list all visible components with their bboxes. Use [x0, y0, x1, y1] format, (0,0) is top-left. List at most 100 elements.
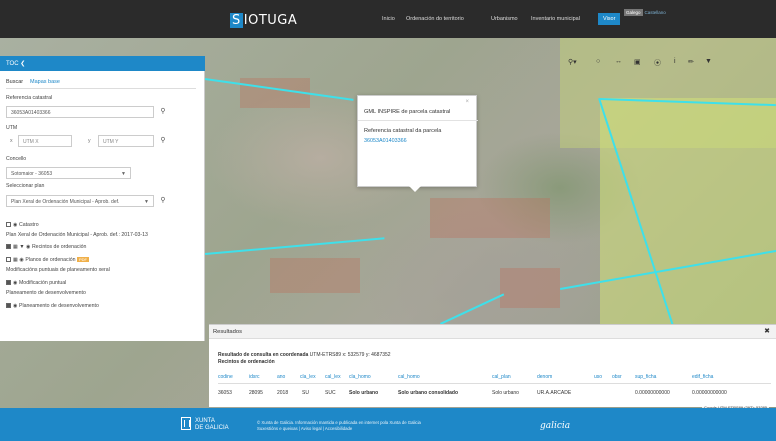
search-icon[interactable]: ⚲ [157, 106, 169, 118]
eye-icon[interactable]: ◉ [19, 257, 24, 263]
target-icon[interactable]: ○ [596, 58, 600, 65]
filter-icon[interactable]: ▼ [19, 244, 24, 250]
utm-y-input[interactable]: UTM Y [98, 135, 154, 147]
nav-item-ordenacion[interactable]: Ordenación do territorio [406, 16, 464, 22]
col-header[interactable]: cal_homo [398, 374, 420, 380]
col-header[interactable]: cla_lex [300, 374, 316, 380]
utm-label: UTM [6, 125, 18, 131]
eye-icon[interactable]: ◉ [26, 244, 31, 250]
chevron-down-icon: ▼ [144, 199, 149, 205]
table-cell: SU [302, 390, 309, 396]
checkbox[interactable] [6, 257, 11, 263]
lang-galego[interactable]: Galego [624, 9, 643, 16]
eye-icon[interactable]: ◉ [13, 280, 18, 286]
galicia-logo[interactable]: galicia [540, 421, 570, 431]
col-header[interactable]: cla_homo [349, 374, 371, 380]
checkbox[interactable] [6, 280, 11, 286]
measure-icon[interactable]: ↔ [615, 58, 622, 65]
results-title: Resultados [213, 329, 243, 335]
nav-item-inicio[interactable]: Inicio [382, 16, 395, 22]
xunta-logo-text[interactable]: XUNTA DE GALICIA [195, 418, 229, 432]
layers-icon[interactable]: ▣ [634, 58, 641, 66]
layer-planeamento[interactable]: ◉ Planeamento de desenvolvemento [6, 303, 99, 309]
layer-modificacion[interactable]: ◉ Modificación puntual [6, 280, 66, 286]
col-header[interactable]: cal_lex [325, 374, 341, 380]
xunta-line1: XUNTA [195, 418, 215, 424]
close-icon[interactable]: ✖ [764, 327, 770, 335]
col-header[interactable]: sup_ficha [635, 374, 656, 380]
popup-divider [358, 120, 478, 121]
table-icon[interactable]: ▦ [13, 257, 18, 263]
legal-line2[interactable]: Suxestións e queixas | Aviso legal | Acc… [257, 426, 352, 431]
layer-planos[interactable]: ▦ ◉ Planos de ordenación PDF [6, 257, 89, 263]
popup-title: GML INSPIRE de parcela catastral [364, 109, 451, 115]
table-cell: Solo urbano [492, 390, 519, 396]
map-building [270, 258, 360, 293]
toc-header[interactable]: TOC ❮ [0, 56, 205, 71]
ref-catastral-input[interactable]: 36053A01403366 [6, 106, 154, 118]
table-cell: 0.00000000000 [692, 390, 727, 396]
layer-label: Recintos de ordenación [31, 244, 87, 250]
zone-overlay [600, 98, 776, 328]
search-icon[interactable]: ⚲ [157, 195, 169, 207]
col-header[interactable]: edif_ficha [692, 374, 713, 380]
close-icon[interactable]: × [465, 99, 469, 105]
checkbox[interactable] [6, 222, 11, 228]
results-desc-line2: Recintos de ordenación [218, 358, 275, 365]
eye-icon[interactable]: ⦿ [654, 58, 661, 68]
concello-select[interactable]: Sotomaior - 36053 ▼ [6, 167, 131, 179]
concello-label: Concello [6, 156, 27, 162]
layer-label: Modificación puntual [18, 280, 67, 286]
popup-ref-link[interactable]: 36053A01403366 [364, 138, 407, 144]
map-building [500, 268, 560, 308]
popup-pointer [409, 186, 421, 192]
checkbox[interactable] [6, 244, 11, 250]
tab-mapas-base[interactable]: Mapas base [30, 79, 60, 85]
zoom-icon[interactable]: ⚲▾ [568, 58, 577, 66]
col-header[interactable]: idsrc [249, 374, 260, 380]
ref-label: Referencia catastral [6, 95, 53, 101]
checkbox[interactable] [6, 303, 11, 309]
table-cell: UR.A.ARCADE [537, 390, 572, 396]
plan-label: Seleccionar plan [6, 183, 45, 189]
modificacions-label: Modificacións puntuais de planeamento xe… [6, 267, 110, 273]
results-panel: Resultados ✖ Resultado de consulta en co… [209, 324, 776, 407]
eye-icon[interactable]: ◉ [13, 222, 18, 228]
plan-full-label: Plan Xeral de Ordenación Municipal - Apr… [6, 232, 148, 238]
results-header: Resultados ✖ [209, 325, 776, 339]
parcel-popup: × GML INSPIRE de parcela catastral Refer… [357, 95, 478, 187]
col-header[interactable]: cal_plan [492, 374, 511, 380]
chevron-down-icon: ▼ [121, 171, 126, 177]
parcel-boundary [440, 293, 505, 325]
col-header[interactable]: obsr [612, 374, 622, 380]
nav-item-visor[interactable]: Visor [598, 13, 621, 25]
table-icon[interactable]: ▦ [13, 244, 18, 250]
plan-select[interactable]: Plan Xeral de Ordenación Municipal - Apr… [6, 195, 154, 207]
layer-recintos[interactable]: ▦ ▼ ◉ Recintos de ordenación [6, 244, 86, 250]
toc-title: TOC [6, 61, 19, 67]
layer-catastro[interactable]: ◉ Catastro [6, 222, 39, 228]
tab-buscar[interactable]: Buscar [6, 79, 23, 85]
col-header[interactable]: codine [218, 374, 233, 380]
nav-item-inventario[interactable]: Inventario municipal [531, 16, 580, 22]
download-icon[interactable]: ▼ [705, 58, 712, 65]
col-header[interactable]: ano [277, 374, 285, 380]
toc-tabs: Buscar Mapas base [6, 77, 196, 89]
language-switch: Galego Castellano [624, 9, 666, 16]
pen-icon[interactable]: ✏ [688, 58, 694, 66]
results-desc-prefix: Resultado de consulta en coordenada [218, 352, 309, 358]
parcel-boundary [205, 237, 385, 255]
results-desc-coord: UTM-ETRS89 x: 532579 y: 4687352 [308, 352, 391, 358]
search-icon[interactable]: ⚲ [157, 135, 169, 147]
lang-castellano[interactable]: Castellano [645, 10, 666, 15]
layer-label: Planos de ordenación [25, 257, 76, 263]
toc-collapse-icon[interactable]: ❮ [20, 61, 25, 67]
info-icon[interactable]: i [674, 58, 676, 65]
col-header[interactable]: uso [594, 374, 602, 380]
utm-x-input[interactable]: UTM X [18, 135, 72, 147]
table-cell: Solo urbano [349, 390, 379, 396]
eye-icon[interactable]: ◉ [13, 303, 18, 309]
nav-item-urbanismo[interactable]: Urbanismo [491, 16, 518, 22]
pdf-badge[interactable]: PDF [76, 257, 89, 262]
col-header[interactable]: denom [537, 374, 552, 380]
